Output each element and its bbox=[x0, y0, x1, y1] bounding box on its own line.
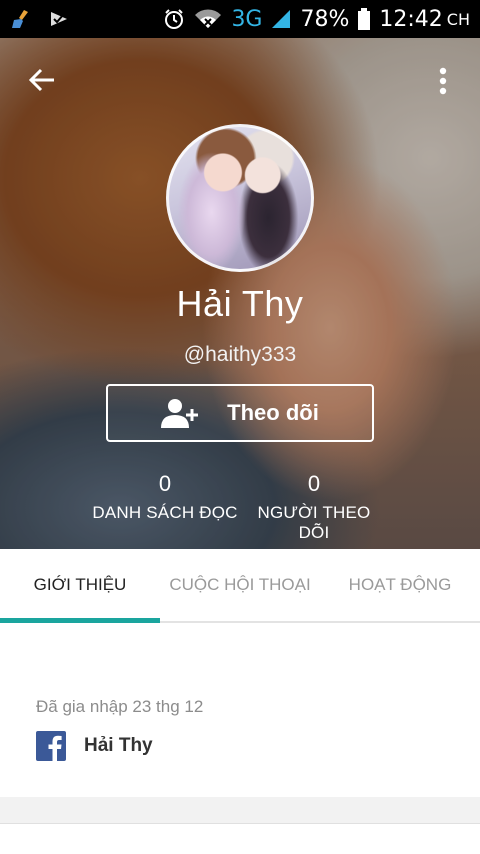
stat-reading-lists[interactable]: 0 DANH SÁCH ĐỌC bbox=[90, 471, 240, 523]
stat-value: 0 bbox=[158, 471, 172, 496]
clock: 12:42 bbox=[379, 6, 443, 32]
tab-label: CUỘC HỘI THOẠI bbox=[169, 575, 311, 594]
next-section-card bbox=[0, 823, 480, 854]
tab-about[interactable]: GIỚI THIỆU bbox=[0, 549, 160, 623]
signal-icon bbox=[270, 8, 292, 30]
profile-tabs: GIỚI THIỆU CUỘC HỘI THOẠI HOẠT ĐỘNG bbox=[0, 549, 480, 623]
back-button[interactable] bbox=[24, 62, 60, 98]
profile-header: Hải Thy @haithy333 Theo dõi 0 DANH SÁCH … bbox=[0, 38, 480, 549]
clock-ampm: CH bbox=[446, 9, 470, 29]
facebook-icon bbox=[36, 731, 66, 761]
facebook-link[interactable]: Hải Thy bbox=[36, 731, 153, 761]
battery-icon bbox=[357, 8, 371, 30]
more-options-button[interactable] bbox=[428, 64, 458, 98]
battery-percent: 78% bbox=[300, 6, 350, 32]
profile-username: @haithy333 bbox=[183, 343, 297, 366]
stat-value: 0 bbox=[307, 471, 321, 496]
arrow-left-icon bbox=[28, 68, 54, 92]
wifi-icon bbox=[193, 8, 223, 30]
alarm-icon bbox=[163, 8, 185, 30]
active-tab-indicator bbox=[0, 618, 160, 623]
follow-button[interactable]: Theo dõi bbox=[106, 384, 374, 442]
section-divider bbox=[0, 797, 480, 823]
stat-label: NGƯỜI THEO DÕI bbox=[257, 503, 371, 542]
network-type: 3G bbox=[231, 6, 263, 32]
more-vertical-icon bbox=[439, 67, 447, 95]
status-bar: 3G 78% 12:42 CH bbox=[0, 0, 480, 38]
profile-stats: 0 DANH SÁCH ĐỌC 0 NGƯỜI THEO DÕI bbox=[0, 471, 480, 542]
stat-followers[interactable]: 0 NGƯỜI THEO DÕI bbox=[240, 471, 388, 543]
profile-display-name: Hải Thy bbox=[176, 283, 304, 324]
joined-date: Đã gia nhập 23 thg 12 bbox=[36, 697, 204, 716]
broom-icon bbox=[10, 8, 32, 30]
add-user-icon bbox=[161, 399, 199, 428]
tab-label: GIỚI THIỆU bbox=[33, 575, 127, 594]
about-panel: Đã gia nhập 23 thg 12 Hải Thy bbox=[0, 625, 480, 797]
avatar[interactable] bbox=[166, 124, 314, 272]
stat-label: DANH SÁCH ĐỌC bbox=[92, 503, 238, 522]
follow-button-label: Theo dõi bbox=[227, 400, 319, 425]
check-icon bbox=[48, 8, 70, 30]
tab-conversations[interactable]: CUỘC HỘI THOẠI bbox=[160, 549, 320, 621]
facebook-name: Hải Thy bbox=[84, 735, 153, 756]
tab-label: HOẠT ĐỘNG bbox=[348, 575, 452, 594]
tab-activity[interactable]: HOẠT ĐỘNG bbox=[320, 549, 480, 621]
